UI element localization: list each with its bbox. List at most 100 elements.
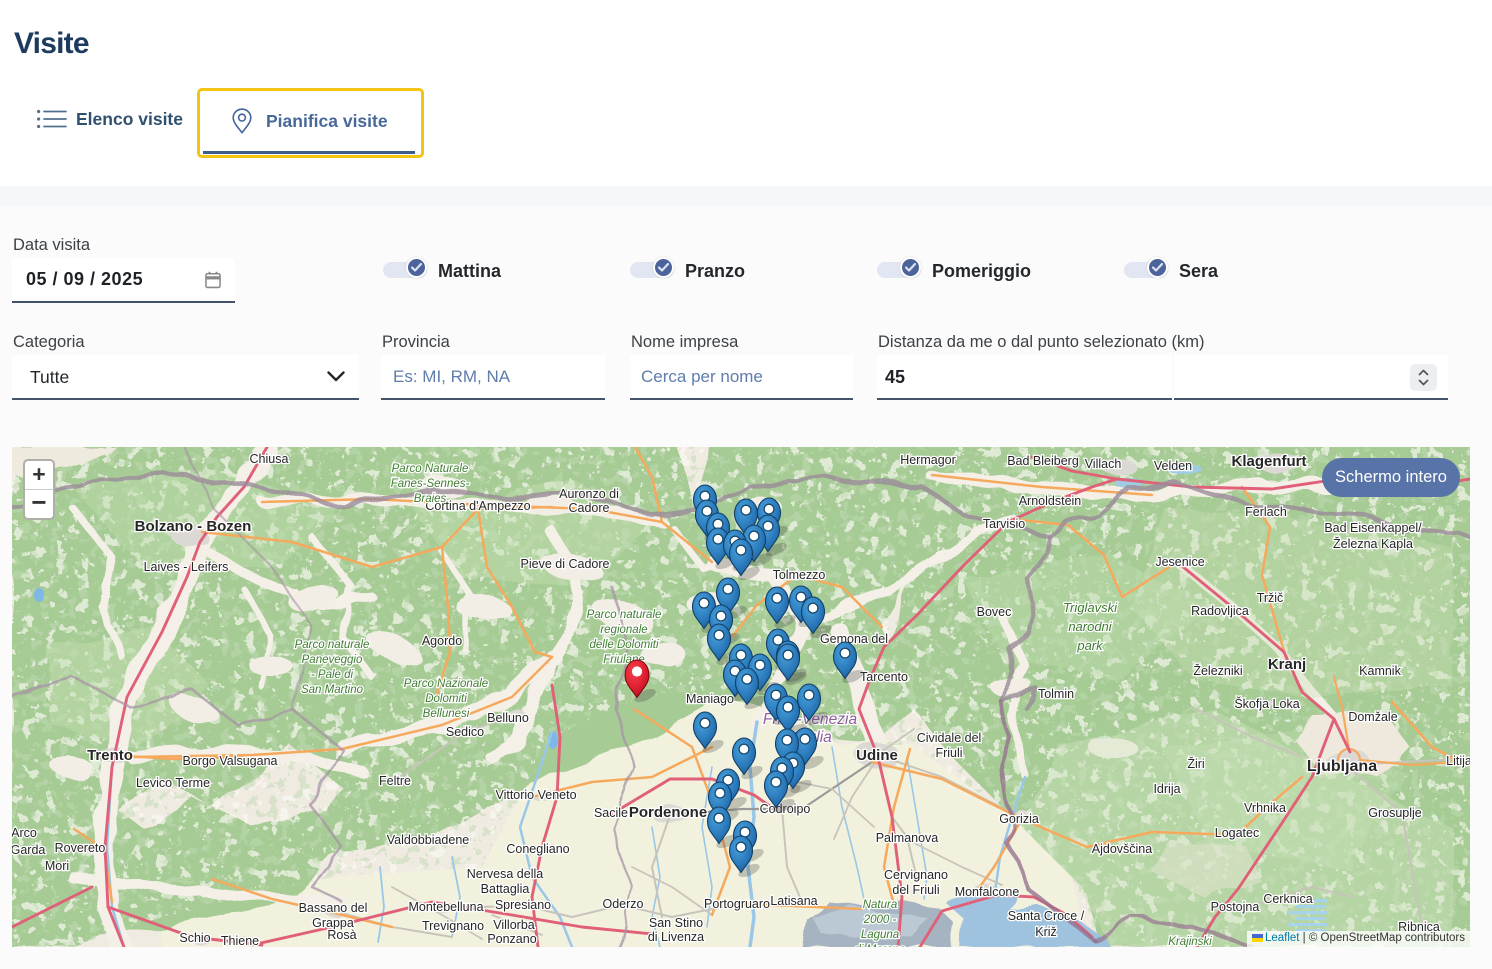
svg-text:Kamnik: Kamnik — [1359, 664, 1401, 678]
svg-text:Triglavski: Triglavski — [1063, 600, 1118, 615]
svg-text:Tolmezzo: Tolmezzo — [773, 568, 826, 582]
svg-text:Pieve di Cadore: Pieve di Cadore — [521, 557, 610, 571]
svg-text:di Marano: di Marano — [854, 944, 906, 947]
svg-text:Arco: Arco — [12, 826, 37, 840]
svg-text:Bellunesi: Bellunesi — [423, 708, 470, 720]
svg-text:Cerknica: Cerknica — [1263, 892, 1312, 906]
svg-text:Portogruaro: Portogruaro — [704, 897, 770, 911]
svg-text:del Friuli: del Friuli — [892, 883, 939, 897]
svg-text:park: park — [1076, 638, 1104, 653]
svg-text:Vittorio Veneto: Vittorio Veneto — [495, 788, 576, 802]
svg-text:Železna Kapla: Železna Kapla — [1333, 536, 1413, 551]
svg-text:delle Dolomiti: delle Dolomiti — [589, 639, 658, 651]
svg-text:Udine: Udine — [856, 747, 898, 764]
svg-text:Arnoldstein: Arnoldstein — [1019, 494, 1082, 508]
svg-text:Feltre: Feltre — [379, 774, 411, 788]
svg-text:Laguna: Laguna — [861, 929, 899, 941]
svg-text:Velden: Velden — [1154, 459, 1192, 473]
svg-text:Thiene: Thiene — [221, 934, 259, 947]
svg-text:Vrhnika: Vrhnika — [1244, 801, 1286, 815]
svg-text:Dolomiti: Dolomiti — [425, 693, 467, 705]
svg-text:Laives - Leifers: Laives - Leifers — [144, 560, 229, 574]
svg-text:Palmanova: Palmanova — [876, 831, 939, 845]
svg-text:Železniki: Železniki — [1193, 663, 1242, 678]
svg-text:Žiri: Žiri — [1187, 756, 1204, 771]
svg-text:Klagenfurt: Klagenfurt — [1232, 453, 1307, 470]
svg-text:Gemona del: Gemona del — [820, 632, 888, 646]
svg-text:Natura: Natura — [863, 899, 898, 911]
svg-text:Friuli: Friuli — [935, 746, 962, 760]
svg-text:Borgo Valsugana: Borgo Valsugana — [183, 754, 278, 768]
svg-text:Ajdovščina: Ajdovščina — [1092, 842, 1152, 856]
svg-text:Latisana: Latisana — [770, 894, 817, 908]
svg-text:Domžale: Domžale — [1348, 710, 1397, 724]
svg-text:Kranj: Kranj — [1268, 656, 1306, 673]
svg-text:Sedico: Sedico — [446, 725, 484, 739]
svg-text:Trento: Trento — [87, 747, 133, 764]
svg-text:Agordo: Agordo — [422, 634, 462, 648]
svg-text:Nervesa della: Nervesa della — [467, 867, 543, 881]
svg-text:Fanes-Sennes-: Fanes-Sennes- — [391, 478, 470, 490]
svg-text:Jesenice: Jesenice — [1155, 555, 1204, 569]
svg-text:Križ: Križ — [1035, 925, 1057, 939]
svg-text:Tarcento: Tarcento — [860, 670, 908, 684]
svg-text:Levico Terme: Levico Terme — [136, 776, 210, 790]
svg-text:Parco Nazionale: Parco Nazionale — [404, 678, 488, 690]
svg-text:Bad Eisenkappel/: Bad Eisenkappel/ — [1324, 521, 1422, 535]
svg-text:Spresiano: Spresiano — [495, 898, 551, 912]
svg-text:Trevignano: Trevignano — [422, 919, 484, 933]
svg-text:Ljubljana: Ljubljana — [1307, 758, 1377, 775]
svg-text:Gorizia: Gorizia — [999, 812, 1039, 826]
svg-text:Škofja Loka: Škofja Loka — [1234, 696, 1299, 711]
svg-text:Tarvisio: Tarvisio — [983, 517, 1025, 531]
svg-text:Mori: Mori — [45, 859, 69, 873]
svg-text:Tržič: Tržič — [1257, 591, 1284, 605]
svg-text:Idrija: Idrija — [1153, 782, 1180, 796]
svg-text:regionale: regionale — [600, 624, 647, 636]
svg-text:Tolmin: Tolmin — [1038, 687, 1074, 701]
svg-text:Rovereto: Rovereto — [55, 841, 106, 855]
svg-text:Cadore: Cadore — [569, 501, 610, 515]
svg-text:Radovljica: Radovljica — [1191, 604, 1249, 618]
svg-text:Parco naturale: Parco naturale — [295, 639, 370, 651]
svg-text:Chiusa: Chiusa — [250, 452, 289, 466]
svg-text:Garda: Garda — [12, 843, 45, 857]
svg-text:Schio: Schio — [179, 931, 210, 945]
svg-text:Valdobbiadene: Valdobbiadene — [387, 833, 470, 847]
svg-text:Braies: Braies — [414, 493, 447, 505]
svg-text:Logatec: Logatec — [1215, 826, 1259, 840]
svg-text:- Pale di: - Pale di — [311, 669, 354, 681]
svg-text:Ponzano: Ponzano — [487, 932, 536, 946]
svg-text:Paneveggio: Paneveggio — [302, 654, 363, 666]
svg-text:Ferlach: Ferlach — [1245, 505, 1287, 519]
svg-text:Sacile: Sacile — [594, 806, 628, 820]
svg-text:Rosà: Rosà — [327, 928, 356, 942]
svg-text:Bolzano - Bozen: Bolzano - Bozen — [135, 518, 252, 535]
svg-text:Monfalcone: Monfalcone — [955, 885, 1020, 899]
svg-text:San Stino: San Stino — [649, 916, 703, 930]
svg-text:Belluno: Belluno — [487, 711, 529, 725]
svg-text:Bad Bleiberg: Bad Bleiberg — [1007, 454, 1079, 468]
svg-text:Battaglia: Battaglia — [481, 882, 530, 896]
svg-text:Villach: Villach — [1085, 457, 1122, 471]
svg-text:Bassano del: Bassano del — [299, 901, 368, 915]
svg-text:Cervignano: Cervignano — [884, 868, 948, 882]
svg-text:Krajinski: Krajinski — [1168, 936, 1212, 947]
svg-text:Grosuplje: Grosuplje — [1368, 806, 1422, 820]
svg-text:Parco Naturale: Parco Naturale — [392, 463, 469, 475]
svg-text:San Martino: San Martino — [301, 684, 364, 696]
svg-text:Hermagor: Hermagor — [900, 453, 956, 467]
svg-text:Parco naturale: Parco naturale — [587, 609, 662, 621]
svg-text:Oderzo: Oderzo — [603, 897, 644, 911]
svg-text:Villorba: Villorba — [493, 918, 535, 932]
svg-text:Montebelluna: Montebelluna — [408, 900, 483, 914]
svg-text:di Livenza: di Livenza — [648, 930, 704, 944]
svg-text:Bovec: Bovec — [977, 605, 1012, 619]
svg-text:Conegliano: Conegliano — [506, 842, 569, 856]
svg-text:Maniago: Maniago — [686, 692, 734, 706]
svg-text:Santa Croce /: Santa Croce / — [1008, 909, 1085, 923]
svg-text:Cividale del: Cividale del — [917, 731, 982, 745]
svg-text:Litija: Litija — [1446, 754, 1470, 768]
svg-text:Pordenone: Pordenone — [629, 804, 707, 821]
svg-text:2000 -: 2000 - — [863, 914, 897, 926]
